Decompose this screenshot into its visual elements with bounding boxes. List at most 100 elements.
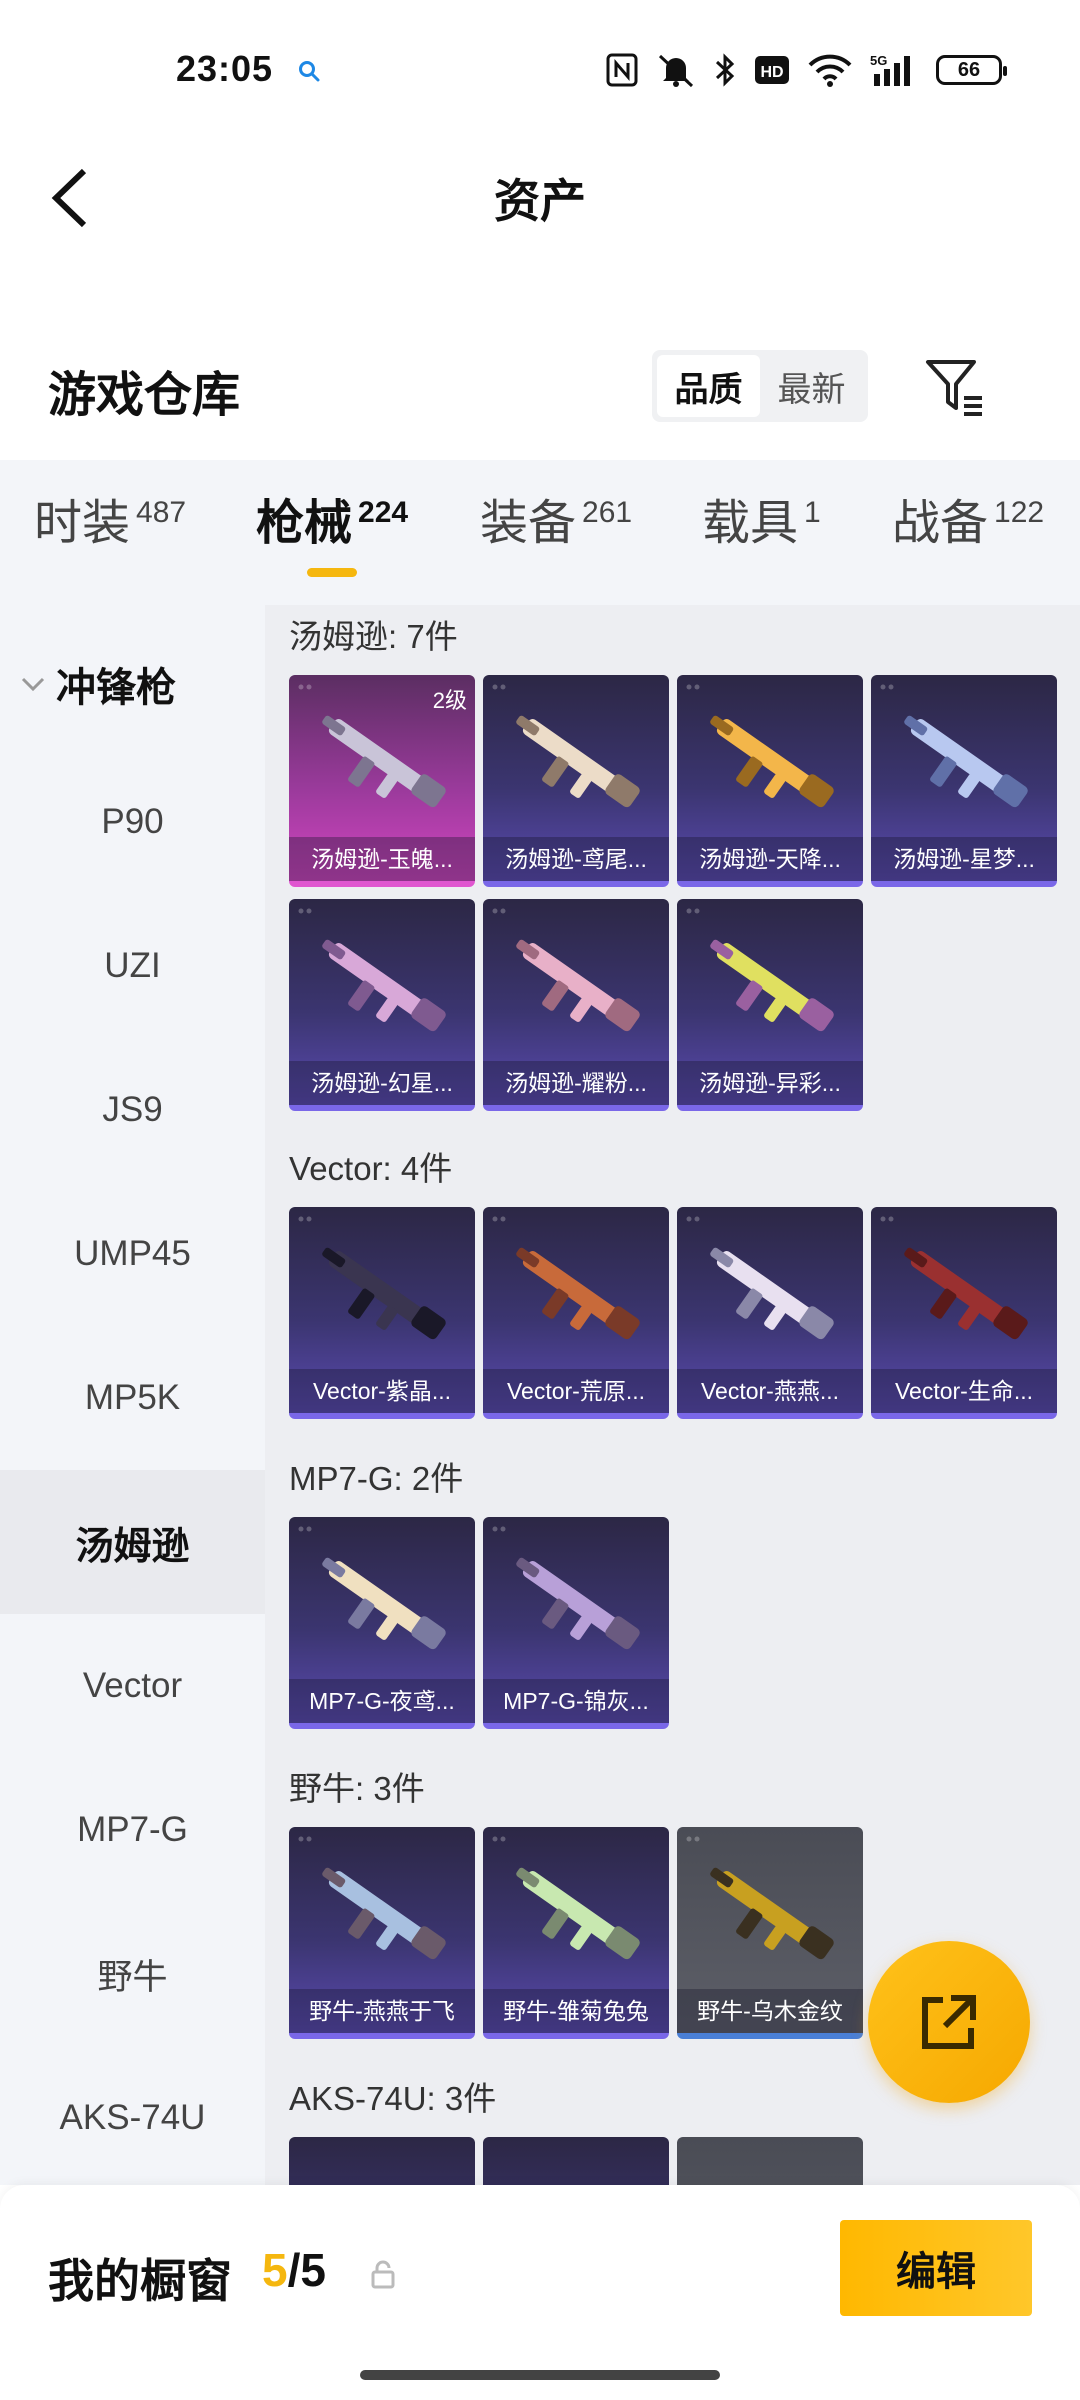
weapon-name: Vector-生命... (871, 1369, 1057, 1413)
rarity-dots (686, 908, 700, 914)
weapon-name: Vector-荒原... (483, 1369, 669, 1413)
chevron-down-icon (21, 677, 45, 692)
weapon-image (322, 1247, 446, 1340)
weapon-name: Vector-紫晶... (289, 1369, 475, 1413)
header: 资产 (0, 145, 1080, 245)
weapon-card[interactable]: 汤姆逊-耀粉... (483, 899, 669, 1111)
weapon-card[interactable]: Vector-生命... (871, 1207, 1057, 1419)
weapon-name: 汤姆逊-天降... (677, 837, 863, 881)
sidebar-item-p90[interactable]: P90 (0, 750, 265, 894)
weapon-card[interactable]: Vector-紫晶... (289, 1207, 475, 1419)
weapon-card[interactable]: MP7-G-锦灰... (483, 1517, 669, 1729)
weapon-image (322, 939, 446, 1032)
sidebar-item-js9[interactable]: JS9 (0, 1038, 265, 1182)
tab-fashion[interactable]: 时装 487 (34, 496, 186, 550)
weapon-card-partial[interactable] (289, 2137, 475, 2185)
5g-signal-icon: 5G (870, 53, 910, 86)
weapon-image (516, 1557, 640, 1650)
tab-label: 战备 (892, 497, 989, 550)
weapon-card[interactable]: Vector-燕燕... (677, 1207, 863, 1419)
weapon-name: 野牛-燕燕于飞 (289, 1989, 475, 2033)
sidebar-item-aks74u[interactable]: AKS-74U (0, 2046, 265, 2190)
rarity-dots (298, 908, 312, 914)
sort-option-quality[interactable]: 品质 (657, 355, 760, 417)
page-title: 资产 (494, 175, 586, 227)
rarity-dots (298, 1526, 312, 1532)
hd-icon: HD (755, 56, 789, 84)
weapon-sidebar: 冲锋枪 P90 UZI JS9 UMP45 MP5K 汤姆逊 Vector MP… (0, 605, 265, 2185)
weapon-card[interactable]: 汤姆逊-天降... (677, 675, 863, 887)
weapon-card-partial[interactable] (483, 2137, 669, 2185)
rarity-dots (492, 1216, 506, 1222)
weapon-card[interactable]: 汤姆逊-幻星... (289, 899, 475, 1111)
weapon-image (322, 1557, 446, 1650)
weapon-card[interactable]: Vector-荒原... (483, 1207, 669, 1419)
sidebar-item-vector[interactable]: Vector (0, 1614, 265, 1758)
share-button[interactable] (868, 1941, 1030, 2103)
weapon-card[interactable]: MP7-G-夜鸢... (289, 1517, 475, 1729)
rarity-dots (686, 684, 700, 690)
weapon-image (516, 939, 640, 1032)
rarity-dots (492, 1526, 506, 1532)
sidebar-item-bison[interactable]: 野牛 (0, 1902, 265, 2046)
bluetooth-icon (715, 53, 735, 87)
sidebar-item-uzi[interactable]: UZI (0, 894, 265, 1038)
weapon-image (710, 715, 834, 808)
showcase-title: 我的橱窗 (48, 2255, 232, 2307)
filter-button[interactable] (922, 354, 988, 420)
weapon-card[interactable]: 汤姆逊-异彩... (677, 899, 863, 1111)
weapon-card[interactable]: 汤姆逊-鸢尾... (483, 675, 669, 887)
weapon-card[interactable]: 野牛-燕燕于飞 (289, 1827, 475, 2039)
weapon-image (904, 1247, 1028, 1340)
tab-supplies[interactable]: 战备 122 (892, 496, 1044, 550)
group-title-mp7g: MP7-G: 2件 (289, 1460, 464, 1497)
category-tabs: 时装 487 枪械 224 装备 261 载具 1 战备 122 (0, 460, 1080, 605)
weapon-image (904, 715, 1028, 808)
tab-count: 1 (804, 496, 821, 529)
tab-vehicles[interactable]: 载具 1 (702, 496, 821, 548)
rarity-dots (686, 1836, 700, 1842)
battery-level: 66 (957, 58, 981, 81)
weapon-name: 野牛-乌木金纹 (677, 1989, 863, 2033)
weapon-name: MP7-G-夜鸢... (289, 1679, 475, 1723)
tab-firearms[interactable]: 枪械 224 (256, 496, 408, 548)
weapon-card[interactable]: 汤姆逊-星梦... (871, 675, 1057, 887)
sidebar-item-mp7g[interactable]: MP7-G (0, 1758, 265, 1902)
weapon-image (710, 1867, 834, 1960)
sidebar-category-smg[interactable]: 冲锋枪 (20, 655, 176, 713)
weapon-image (516, 1247, 640, 1340)
weapon-card-partial[interactable] (677, 2137, 863, 2185)
tab-count: 261 (582, 496, 633, 529)
tab-label: 时装 (34, 497, 131, 550)
weapon-image (710, 1247, 834, 1340)
status-bar: 23:05 HD 5G 66 (0, 0, 1080, 145)
showcase-count-total: 5 (300, 2244, 326, 2296)
weapon-card[interactable]: 2级 汤姆逊-玉魄... (289, 675, 475, 887)
weapon-name: Vector-燕燕... (677, 1369, 863, 1413)
battery-icon: 66 (936, 55, 1007, 85)
search-icon (299, 61, 320, 82)
filter-icon (926, 360, 982, 416)
weapon-name: 汤姆逊-异彩... (677, 1061, 863, 1105)
wifi-icon (808, 54, 852, 87)
sort-option-newest[interactable]: 最新 (760, 355, 863, 417)
sidebar-item-thompson[interactable]: 汤姆逊 (0, 1470, 265, 1614)
sidebar-item-mp5k[interactable]: MP5K (0, 1326, 265, 1470)
rarity-dots (686, 1216, 700, 1222)
tab-count: 487 (136, 496, 187, 529)
group-title-vector: Vector: 4件 (289, 1150, 453, 1187)
tab-label: 装备 (480, 497, 577, 550)
group-title-bison: 野牛: 3件 (289, 1770, 425, 1807)
weapon-card[interactable]: 野牛-乌木金纹 (677, 1827, 863, 2039)
tab-equipment[interactable]: 装备 261 (480, 496, 632, 550)
group-title-thompson: 汤姆逊: 7件 (289, 618, 458, 655)
edit-button[interactable]: 编辑 (840, 2220, 1032, 2316)
nfc-icon (606, 53, 638, 87)
rarity-dots (492, 1836, 506, 1842)
showcase-count-current: 5 (262, 2244, 288, 2296)
sidebar-item-ump45[interactable]: UMP45 (0, 1182, 265, 1326)
rarity-dots (298, 1836, 312, 1842)
status-icons: HD 5G 66 (606, 50, 1007, 90)
weapon-card[interactable]: 野牛-雏菊兔兔 (483, 1827, 669, 2039)
showcase-count-separator: / (287, 2244, 301, 2296)
